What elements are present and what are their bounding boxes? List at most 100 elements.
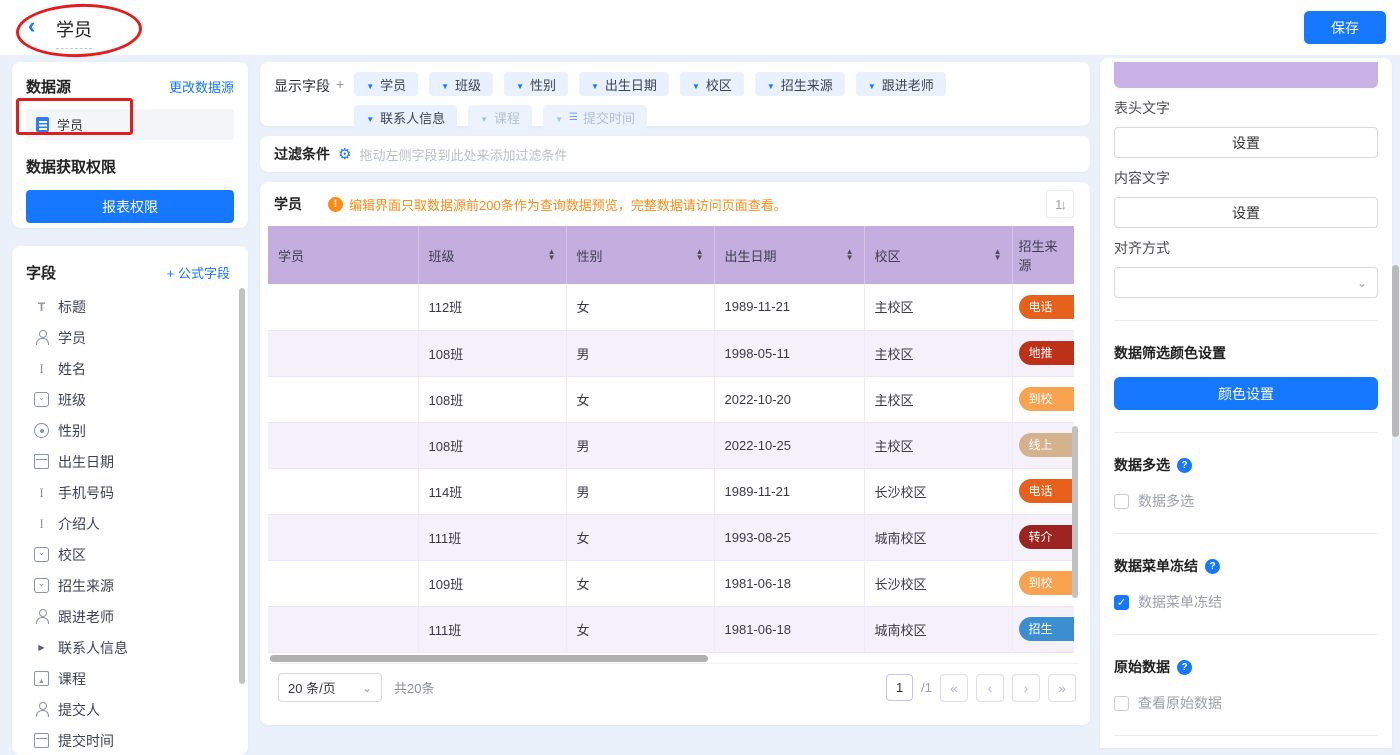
page-title[interactable]: 学员	[56, 16, 92, 49]
panel-scrollbar[interactable]	[1392, 265, 1399, 437]
display-fields-label: 显示字段	[274, 76, 330, 116]
gear-icon[interactable]	[338, 145, 351, 163]
display-field-chip[interactable]: 性别	[504, 72, 568, 96]
field-item[interactable]: 班级	[26, 384, 238, 415]
back-icon[interactable]: ‹	[28, 15, 35, 37]
raw-data-checkbox[interactable]	[1114, 696, 1129, 711]
chevron-down-icon[interactable]	[767, 77, 775, 92]
table-header-cell[interactable]: 学员 ▲▼	[268, 226, 418, 284]
sort-icon[interactable]: ▲▼	[846, 249, 854, 261]
fields-list: 标题 学员 姓名 班级 性别 出生日期 手机号码 介绍人 校区 招生来源	[26, 291, 238, 755]
first-page-button[interactable]: «	[940, 674, 968, 702]
last-page-button[interactable]: »	[1048, 674, 1076, 702]
next-page-button[interactable]: ›	[1012, 674, 1040, 702]
color-settings-button[interactable]: 颜色设置	[1114, 377, 1378, 410]
field-label: 校区	[58, 545, 86, 565]
current-page-input[interactable]: 1	[886, 674, 913, 701]
field-item[interactable]: 出生日期	[26, 446, 238, 477]
display-field-chip[interactable]: 班级	[429, 72, 493, 96]
field-type-icon	[34, 299, 49, 314]
chip-label: 课程	[494, 108, 520, 127]
sort-icon[interactable]: ▲▼	[548, 249, 556, 261]
sort-icon[interactable]: ▲▼	[696, 249, 704, 261]
multi-select-checkbox[interactable]	[1114, 494, 1129, 509]
table-header-cell[interactable]: 校区 ▲▼	[864, 226, 1012, 284]
align-select[interactable]	[1114, 267, 1378, 298]
help-icon[interactable]: ?	[1177, 458, 1192, 473]
change-datasource-link[interactable]: 更改数据源	[169, 77, 234, 96]
display-field-chip[interactable]: 校区	[680, 72, 744, 96]
field-item[interactable]: 学员	[26, 322, 238, 353]
order-lines-icon	[569, 112, 578, 123]
table-header-cell[interactable]: 招生来源 ▲▼	[1012, 226, 1074, 284]
add-display-field-button[interactable]: +	[336, 76, 344, 116]
save-button[interactable]: 保存	[1304, 11, 1386, 44]
chevron-down-icon[interactable]	[366, 110, 374, 125]
field-item[interactable]: 校区	[26, 539, 238, 570]
display-field-chip[interactable]: 课程	[468, 105, 532, 129]
chevron-down-icon[interactable]	[441, 77, 449, 92]
chevron-down-icon[interactable]	[591, 77, 599, 92]
row-order-button[interactable]	[1046, 190, 1074, 218]
prev-page-button[interactable]: ‹	[976, 674, 1004, 702]
field-item[interactable]: 招生来源	[26, 570, 238, 601]
chevron-down-icon[interactable]	[868, 77, 876, 92]
field-item[interactable]: 跟进老师	[26, 601, 238, 632]
warning-icon: !	[328, 197, 343, 212]
table-vertical-scrollbar[interactable]	[1072, 426, 1078, 598]
cell-gender: 男	[566, 468, 714, 514]
field-item[interactable]: 标题	[26, 291, 238, 322]
field-type-icon	[34, 454, 49, 469]
cell-class: 108班	[418, 376, 566, 422]
source-badge: 到校	[1019, 571, 1075, 595]
datasource-item[interactable]: 学员	[26, 109, 234, 140]
field-item[interactable]: 性别	[26, 415, 238, 446]
cell-gender: 女	[566, 284, 714, 330]
cell-student	[268, 514, 418, 560]
display-field-chip[interactable]: 提交时间	[543, 105, 647, 129]
table-horizontal-scrollbar[interactable]	[270, 655, 708, 662]
field-item[interactable]: 介绍人	[26, 508, 238, 539]
field-item[interactable]: 课程	[26, 663, 238, 694]
table-row: 114班 男 1989-11-21 长沙校区 电话	[268, 468, 1074, 514]
field-item[interactable]: 手机号码	[26, 477, 238, 508]
chevron-down-icon[interactable]	[516, 77, 524, 92]
header-color-swatch[interactable]	[1114, 62, 1378, 88]
display-field-chip[interactable]: 招生来源	[755, 72, 845, 96]
display-field-chip[interactable]: 跟进老师	[856, 72, 946, 96]
column-label: 班级	[429, 246, 455, 265]
menu-freeze-checkbox[interactable]	[1114, 595, 1129, 610]
display-field-chip[interactable]: 联系人信息	[354, 105, 457, 129]
filter-bar: 过滤条件 拖动左侧字段到此处来添加过滤条件	[260, 136, 1090, 172]
table-header-cell[interactable]: 班级 ▲▼	[418, 226, 566, 284]
display-field-chip[interactable]: 学员	[354, 72, 418, 96]
content-text-settings-button[interactable]: 设置	[1114, 197, 1378, 228]
add-formula-field-link[interactable]: + 公式字段	[167, 263, 230, 282]
display-field-chip[interactable]: 出生日期	[579, 72, 669, 96]
chevron-down-icon[interactable]	[555, 110, 563, 125]
chevron-down-icon[interactable]	[366, 77, 374, 92]
table-horizontal-scroll-track	[268, 654, 1078, 663]
table-header-cell[interactable]: 出生日期 ▲▼	[714, 226, 864, 284]
report-permission-button[interactable]: 报表权限	[26, 190, 234, 223]
field-item[interactable]: 提交时间	[26, 725, 238, 755]
help-icon[interactable]: ?	[1205, 559, 1220, 574]
field-label: 招生来源	[58, 576, 114, 596]
field-item[interactable]: 提交人	[26, 694, 238, 725]
header-text-settings-button[interactable]: 设置	[1114, 127, 1378, 158]
field-item[interactable]: 姓名	[26, 353, 238, 384]
cell-campus: 主校区	[864, 422, 1012, 468]
pagination-bar: 20 条/页 共20条 1 /1 « ‹ › »	[268, 663, 1078, 711]
chips-list: 学员 班级 性别 出生日期 校区 招生来源 跟进老师	[354, 72, 1004, 116]
table-header-cell[interactable]: 性别 ▲▼	[566, 226, 714, 284]
field-item[interactable]: 联系人信息	[26, 632, 238, 663]
chevron-down-icon[interactable]	[692, 77, 700, 92]
chevron-down-icon[interactable]	[480, 110, 488, 125]
fields-scrollbar[interactable]	[239, 288, 245, 684]
sort-icon[interactable]: ▲▼	[994, 249, 1002, 261]
page-size-select[interactable]: 20 条/页	[278, 673, 382, 702]
field-type-icon	[34, 733, 49, 748]
help-icon[interactable]: ?	[1177, 660, 1192, 675]
display-fields-bar: 显示字段 + 学员 班级 性别 出生日期 校区 招生来源	[260, 62, 1090, 126]
style-panel: 表头文字 设置 内容文字 设置 对齐方式 数据筛选颜色设置 颜色设置 数据多选 …	[1100, 58, 1392, 748]
